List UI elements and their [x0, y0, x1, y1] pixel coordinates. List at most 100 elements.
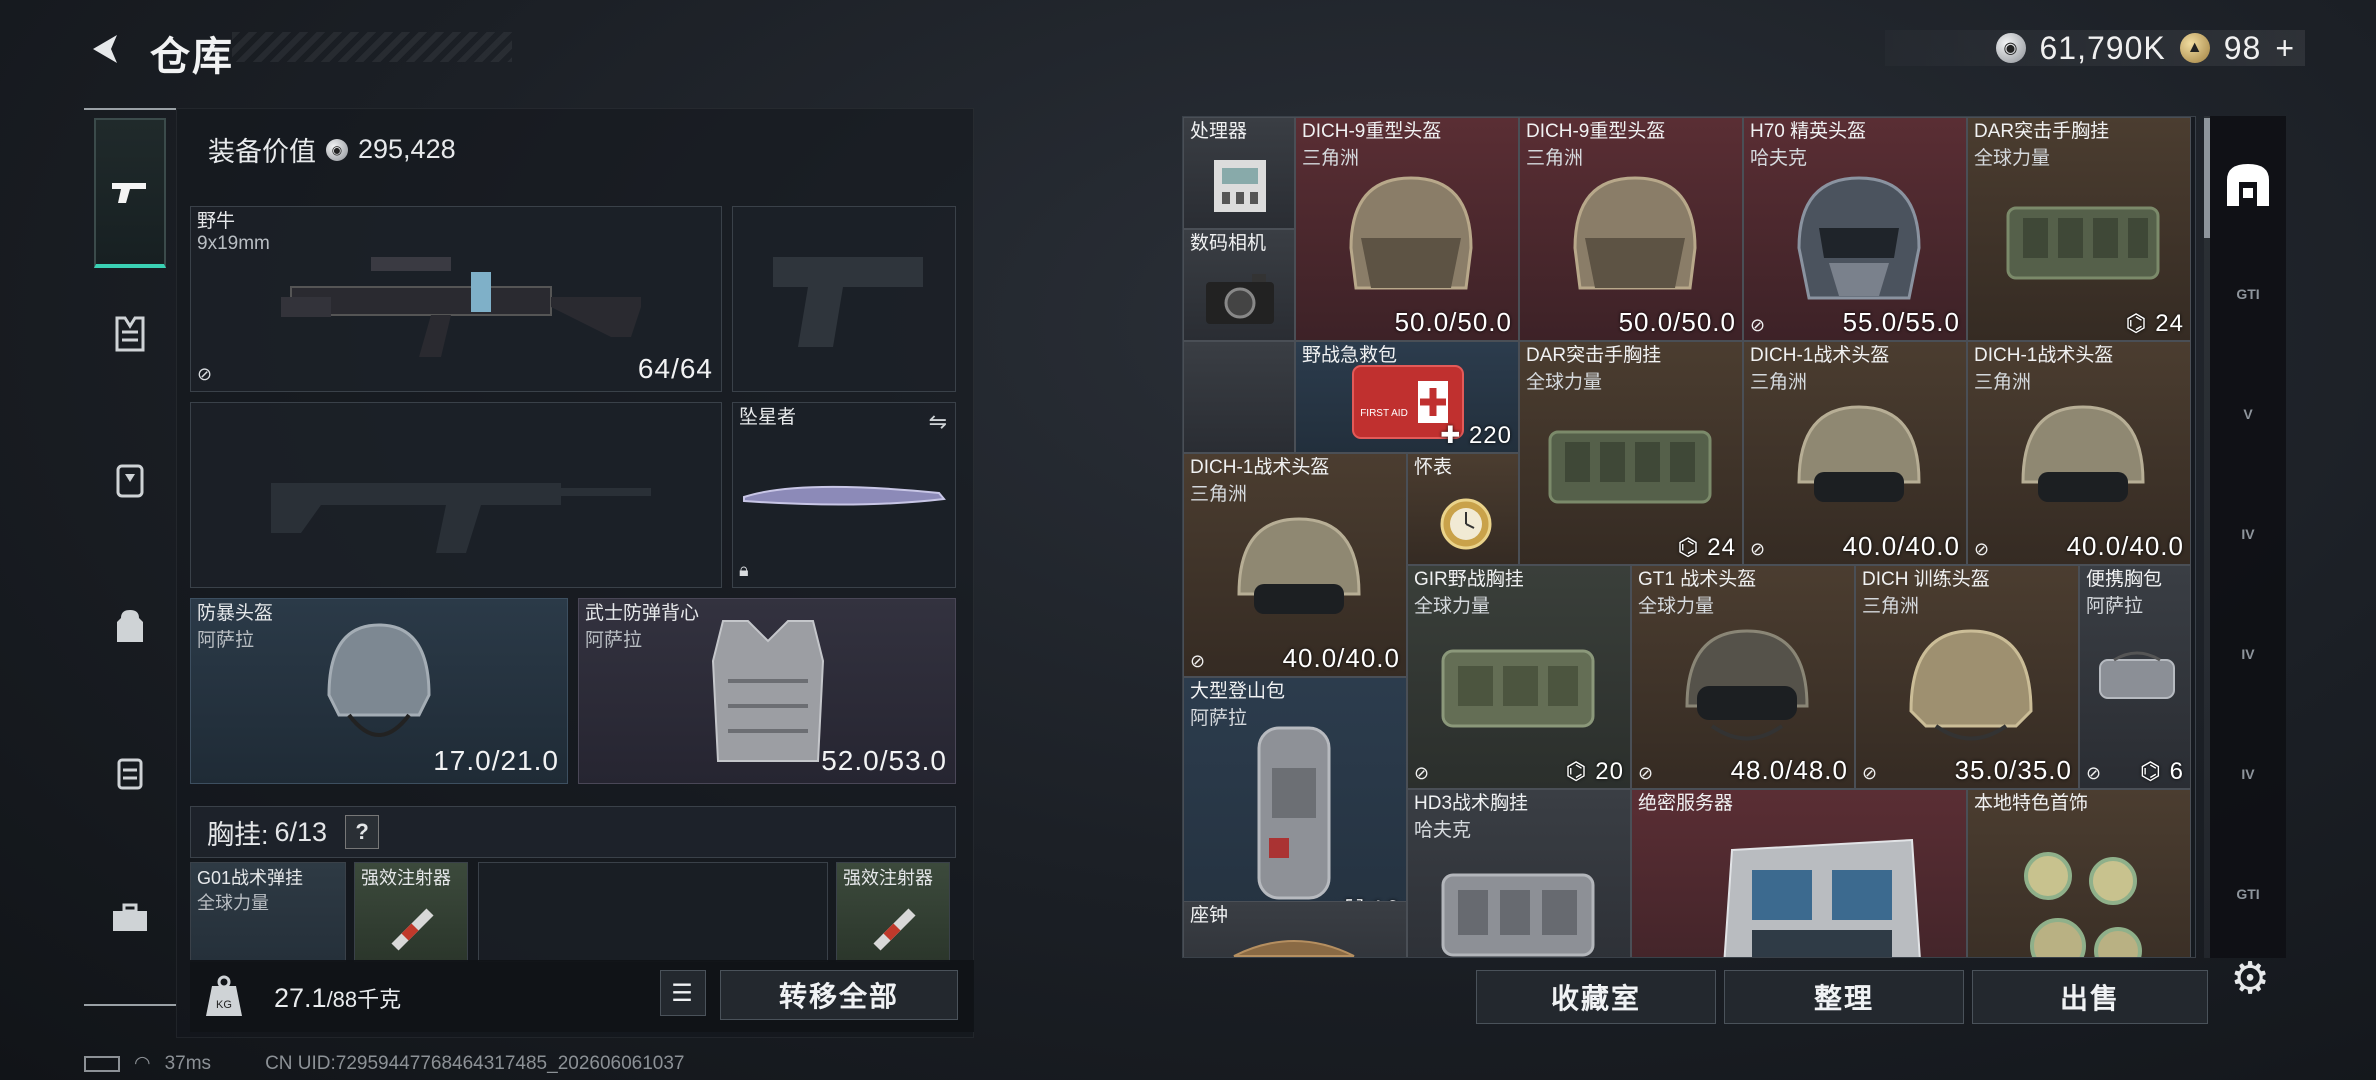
nav-weapons[interactable]	[94, 118, 166, 268]
item-cell[interactable]: DICH 训练头盔 三角洲 ⊘ 35.0/35.0	[1855, 565, 2079, 789]
smg-rifle-icon	[281, 257, 641, 357]
injector-icon	[391, 908, 434, 951]
primary-weapon-slot[interactable]: 野牛 9x19mm ⊘ 64/64	[190, 206, 722, 392]
tab-level4-case-b[interactable]: IV	[2220, 626, 2276, 682]
item-cell[interactable]: 本地特色首饰	[1967, 789, 2191, 957]
knife-icon	[743, 485, 946, 506]
swap-icon[interactable]: ⇋	[929, 409, 947, 435]
item-cell[interactable]: DICH-1战术头盔 三角洲 ⊘ 40.0/40.0	[1743, 341, 1967, 565]
item-cell[interactable]: DAR突击手胸挂 全球力量 ⌬ 24	[1967, 117, 2191, 341]
nav-pouch[interactable]	[94, 736, 166, 808]
chest-rig-icon	[2006, 206, 2160, 280]
item-cell[interactable]: DICH-1战术头盔 三角洲 ⊘ 40.0/40.0	[1183, 453, 1407, 677]
tab-level4-case-a[interactable]: IV	[2220, 506, 2276, 562]
no-insure-icon: ⊘	[197, 364, 213, 384]
tactical-helmet-icon	[1797, 405, 1921, 502]
item-name: 本地特色首饰	[1974, 793, 2089, 814]
item-cell[interactable]: GT1 战术头盔 全球力量 ⊘ 48.0/48.0	[1631, 565, 1855, 789]
item-name: 怀表	[1414, 457, 1453, 478]
add-currency-button[interactable]: +	[2275, 30, 2295, 67]
equipment-value-label: 装备价值	[208, 137, 316, 167]
body-armor-slot[interactable]: 武士防弹背心 阿萨拉 52.0/53.0	[578, 598, 956, 784]
rig-slot-item[interactable]: 强效注射器	[836, 862, 950, 962]
item-cell[interactable]: H70 精英头盔 哈夫克 ⊘ 55.0/55.0	[1743, 117, 1967, 341]
settings-gear-icon[interactable]: ⚙	[2224, 952, 2276, 1004]
current-weight: 27.1	[274, 983, 327, 1013]
item-name: HD3战术胸挂	[1414, 793, 1529, 814]
item-cell[interactable]: 座钟	[1183, 901, 1407, 957]
item-cell[interactable]: DICH-1战术头盔 三角洲 ⊘ 40.0/40.0	[1967, 341, 2191, 565]
rig-slot-item[interactable]: 强效注射器	[354, 862, 468, 962]
nav-body-armor[interactable]	[94, 298, 166, 370]
melee-name: 坠星者	[739, 407, 797, 428]
heavy-helmet-icon	[1573, 176, 1697, 290]
item-faction: 三角洲	[1526, 148, 1584, 169]
list-view-button[interactable]: ☰	[660, 970, 706, 1016]
item-name: DICH-1战术头盔	[1190, 457, 1330, 478]
tab-gti-case-b[interactable]: GTI	[2220, 866, 2276, 922]
item-name: H70 精英头盔	[1750, 121, 1867, 142]
item-cell[interactable]: HD3战术胸挂 哈夫克	[1407, 789, 1631, 957]
sidearm-slot[interactable]	[732, 206, 956, 392]
helmet-slot[interactable]: 防暴头盔 阿萨拉 17.0/21.0	[190, 598, 568, 784]
weight-bar: KG 27.1/88千克 ☰ 转移全部	[190, 960, 974, 1032]
training-helmet-icon	[1909, 629, 2033, 741]
armor-name: 武士防弹背心	[585, 603, 700, 624]
tab-warehouse[interactable]	[2220, 156, 2276, 212]
item-faction: 三角洲	[1302, 148, 1360, 169]
sell-button[interactable]: 出售	[1972, 970, 2208, 1024]
melee-slot[interactable]: 坠星者 ⇋ 🔒︎	[732, 402, 956, 588]
transfer-all-button[interactable]: 转移全部	[720, 970, 958, 1020]
item-cell[interactable]: 处理器	[1183, 117, 1295, 229]
empty-cell[interactable]	[1183, 341, 1295, 453]
item-cell[interactable]: 绝密服务器	[1631, 789, 1967, 957]
armor-faction: 阿萨拉	[585, 630, 643, 651]
nav-divider	[84, 108, 176, 110]
rig-slot-empty[interactable]	[478, 862, 828, 962]
item-cell[interactable]: 野战急救包 FIRST AID ✚ 220	[1295, 341, 1519, 453]
iv-case-icon: IV	[2241, 766, 2255, 782]
equipment-category-nav	[84, 108, 176, 1008]
item-faction: 三角洲	[1974, 372, 2032, 393]
tactical-helmet-icon	[1237, 517, 1361, 614]
tab-level4-case-c[interactable]: IV	[2220, 746, 2276, 802]
nav-backpack[interactable]	[94, 590, 166, 662]
item-cell[interactable]: DICH-9重型头盔 三角洲 50.0/50.0	[1519, 117, 1743, 341]
item-cell[interactable]: DICH-9重型头盔 三角洲 50.0/50.0	[1295, 117, 1519, 341]
help-button[interactable]: ?	[345, 815, 380, 849]
riot-helmet-icon	[327, 623, 431, 737]
tab-level5-case[interactable]: V	[2220, 386, 2276, 442]
rig-item-sub: 全球力量	[197, 893, 269, 913]
item-cell[interactable]: 便携胸包 阿萨拉 ⊘ ⌬ 6	[2079, 565, 2191, 789]
tab-gti-case[interactable]: GTI	[2220, 266, 2276, 322]
item-faction: 哈夫克	[1750, 148, 1808, 169]
vest-icon	[711, 620, 825, 762]
rig-icon: ⌬	[2125, 310, 2156, 337]
secondary-weapon-slot[interactable]	[190, 402, 722, 588]
collection-room-button[interactable]: 收藏室	[1476, 970, 1716, 1024]
gold-coin-icon: ▲	[2179, 33, 2210, 63]
item-faction: 三角洲	[1862, 596, 1920, 617]
nav-case[interactable]	[94, 882, 166, 954]
item-name: DICH 训练头盔	[1862, 569, 1990, 590]
rig-capacity: 6/13	[274, 816, 328, 847]
item-cell[interactable]: 数码相机	[1183, 229, 1295, 341]
sort-button[interactable]: 整理	[1724, 970, 1964, 1024]
armor-icon	[115, 316, 145, 352]
item-name: 便携胸包	[2086, 569, 2163, 590]
item-cell[interactable]: 怀表	[1407, 453, 1519, 565]
item-cell[interactable]: DAR突击手胸挂 全球力量 ⌬ 24	[1519, 341, 1743, 565]
item-name: DICH-1战术头盔	[1750, 345, 1890, 366]
nav-chest-rig[interactable]	[94, 444, 166, 516]
rig-slot-item[interactable]: G01战术弹挂 全球力量	[190, 862, 346, 962]
hd3-rig-icon	[1441, 873, 1595, 957]
equipment-value-amount: 295,428	[358, 134, 456, 164]
item-count-wrap: ⌬ 24	[2126, 309, 2184, 338]
equipment-value: 装备价值 ◉ 295,428	[208, 130, 456, 169]
weight-readout: 27.1/88千克	[274, 982, 401, 1014]
rig-label: 胸挂:	[207, 819, 269, 850]
nav-divider	[84, 1004, 176, 1006]
item-durability: 48.0/48.0	[1730, 755, 1848, 785]
back-button[interactable]	[80, 24, 130, 74]
item-cell[interactable]: GIR野战胸挂 全球力量 ⊘ ⌬ 20	[1407, 565, 1631, 789]
